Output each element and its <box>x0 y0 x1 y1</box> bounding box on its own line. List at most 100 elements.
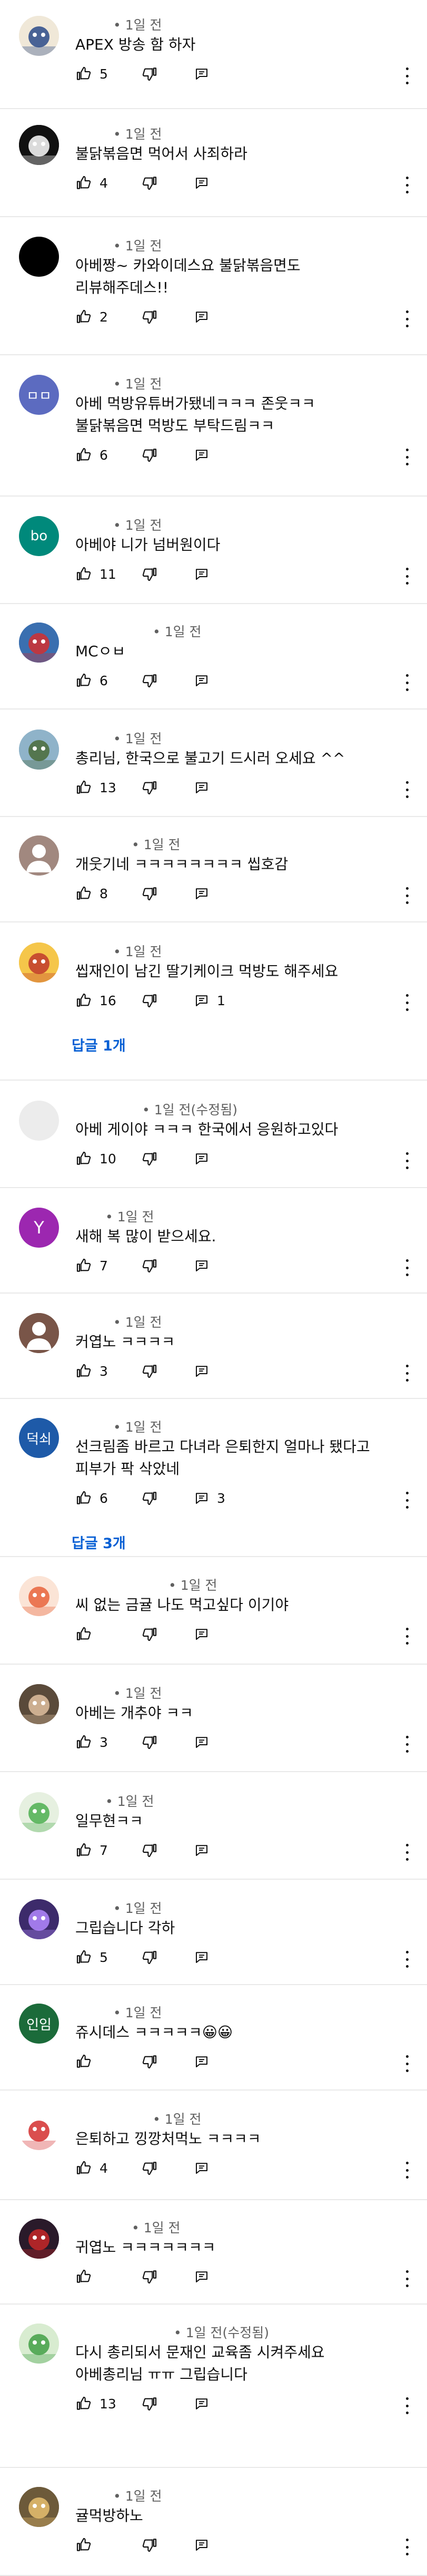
like-button[interactable]: 3 <box>75 1734 108 1751</box>
commenter-avatar[interactable] <box>19 125 59 165</box>
more-vertical-icon[interactable] <box>404 1628 410 1645</box>
reply-button[interactable] <box>194 1626 217 1642</box>
more-vertical-icon[interactable] <box>404 1844 410 1861</box>
like-button[interactable] <box>75 1626 100 1642</box>
more-vertical-icon[interactable] <box>404 781 410 798</box>
more-vertical-icon[interactable] <box>404 1152 410 1169</box>
more-vertical-icon[interactable] <box>404 2162 410 2179</box>
commenter-avatar[interactable]: bo <box>19 516 59 556</box>
more-vertical-icon[interactable] <box>404 1259 410 1276</box>
like-button[interactable]: 6 <box>75 672 108 689</box>
dislike-button[interactable] <box>141 992 158 1009</box>
commenter-avatar[interactable]: Y <box>19 1208 59 1248</box>
dislike-button[interactable] <box>141 2268 158 2285</box>
like-button[interactable]: 8 <box>75 885 108 902</box>
more-vertical-icon[interactable] <box>404 994 410 1011</box>
commenter-avatar[interactable] <box>19 16 59 56</box>
more-vertical-icon[interactable] <box>404 1492 410 1509</box>
dislike-button[interactable] <box>141 2395 158 2412</box>
reply-button[interactable] <box>194 2537 217 2553</box>
commenter-avatar[interactable] <box>19 1684 59 1724</box>
reply-button[interactable] <box>194 2269 217 2285</box>
dislike-button[interactable] <box>141 779 158 796</box>
more-vertical-icon[interactable] <box>404 887 410 904</box>
commenter-avatar[interactable] <box>19 2219 59 2259</box>
dislike-button[interactable] <box>141 1734 158 1751</box>
dislike-button[interactable] <box>141 1626 158 1642</box>
dislike-button[interactable] <box>141 566 158 582</box>
commenter-avatar[interactable] <box>19 2487 59 2527</box>
reply-button[interactable] <box>194 1734 217 1750</box>
dislike-button[interactable] <box>141 2160 158 2176</box>
reply-button[interactable] <box>194 175 217 191</box>
commenter-avatar[interactable] <box>19 1313 59 1353</box>
reply-button[interactable] <box>194 1151 217 1167</box>
dislike-button[interactable] <box>141 672 158 689</box>
dislike-button[interactable] <box>141 308 158 325</box>
more-vertical-icon[interactable] <box>404 310 410 327</box>
like-button[interactable]: 4 <box>75 2160 108 2176</box>
dislike-button[interactable] <box>141 1490 158 1506</box>
commenter-avatar[interactable] <box>19 1101 59 1141</box>
reply-button[interactable] <box>194 2054 217 2069</box>
view-replies-link[interactable]: 답글 1개 <box>72 1034 126 1055</box>
like-button[interactable]: 5 <box>75 65 108 82</box>
more-vertical-icon[interactable] <box>404 2539 410 2555</box>
dislike-button[interactable] <box>141 2053 158 2070</box>
like-button[interactable]: 3 <box>75 1363 108 1379</box>
reply-button[interactable]: 1 <box>194 993 225 1008</box>
reply-button[interactable] <box>194 673 217 688</box>
reply-button[interactable] <box>194 1949 217 1965</box>
more-vertical-icon[interactable] <box>404 67 410 84</box>
commenter-avatar[interactable] <box>19 1792 59 1832</box>
like-button[interactable]: 5 <box>75 1949 108 1966</box>
like-button[interactable]: 10 <box>75 1150 116 1167</box>
commenter-avatar[interactable] <box>19 1899 59 1939</box>
reply-button[interactable] <box>194 2396 217 2412</box>
like-button[interactable]: 6 <box>75 1490 108 1506</box>
dislike-button[interactable] <box>141 174 158 191</box>
dislike-button[interactable] <box>141 446 158 463</box>
reply-button[interactable] <box>194 1842 217 1858</box>
dislike-button[interactable] <box>141 1842 158 1859</box>
more-vertical-icon[interactable] <box>404 2270 410 2287</box>
dislike-button[interactable] <box>141 1949 158 1966</box>
reply-button[interactable] <box>194 2160 217 2176</box>
like-button[interactable]: 6 <box>75 446 108 463</box>
more-vertical-icon[interactable] <box>404 1736 410 1753</box>
more-vertical-icon[interactable] <box>404 1951 410 1968</box>
dislike-button[interactable] <box>141 65 158 82</box>
dislike-button[interactable] <box>141 1150 158 1167</box>
more-vertical-icon[interactable] <box>404 1365 410 1382</box>
more-vertical-icon[interactable] <box>404 568 410 585</box>
like-button[interactable]: 11 <box>75 566 116 582</box>
commenter-avatar[interactable]: 인임 <box>19 2004 59 2044</box>
commenter-avatar[interactable]: ㅁㅁ <box>19 375 59 415</box>
dislike-button[interactable] <box>141 1363 158 1379</box>
reply-button[interactable] <box>194 1363 217 1379</box>
more-vertical-icon[interactable] <box>404 177 410 193</box>
view-replies-link[interactable]: 답글 3개 <box>72 1532 126 1552</box>
commenter-avatar[interactable]: 덕쇠 <box>19 1418 59 1458</box>
reply-button[interactable] <box>194 886 217 901</box>
like-button[interactable] <box>75 2268 100 2285</box>
reply-button[interactable]: 3 <box>194 1490 225 1506</box>
like-button[interactable]: 7 <box>75 1257 108 1274</box>
reply-button[interactable] <box>194 447 217 463</box>
reply-button[interactable] <box>194 566 217 582</box>
commenter-avatar[interactable] <box>19 237 59 277</box>
like-button[interactable]: 13 <box>75 2395 116 2412</box>
commenter-avatar[interactable] <box>19 2324 59 2364</box>
reply-button[interactable] <box>194 309 217 325</box>
like-button[interactable]: 7 <box>75 1842 108 1859</box>
like-button[interactable]: 2 <box>75 308 108 325</box>
dislike-button[interactable] <box>141 1257 158 1274</box>
commenter-avatar[interactable] <box>19 623 59 663</box>
reply-button[interactable] <box>194 1258 217 1274</box>
dislike-button[interactable] <box>141 885 158 902</box>
more-vertical-icon[interactable] <box>404 674 410 691</box>
like-button[interactable]: 4 <box>75 174 108 191</box>
commenter-avatar[interactable] <box>19 835 59 876</box>
dislike-button[interactable] <box>141 2536 158 2553</box>
more-vertical-icon[interactable] <box>404 2055 410 2072</box>
